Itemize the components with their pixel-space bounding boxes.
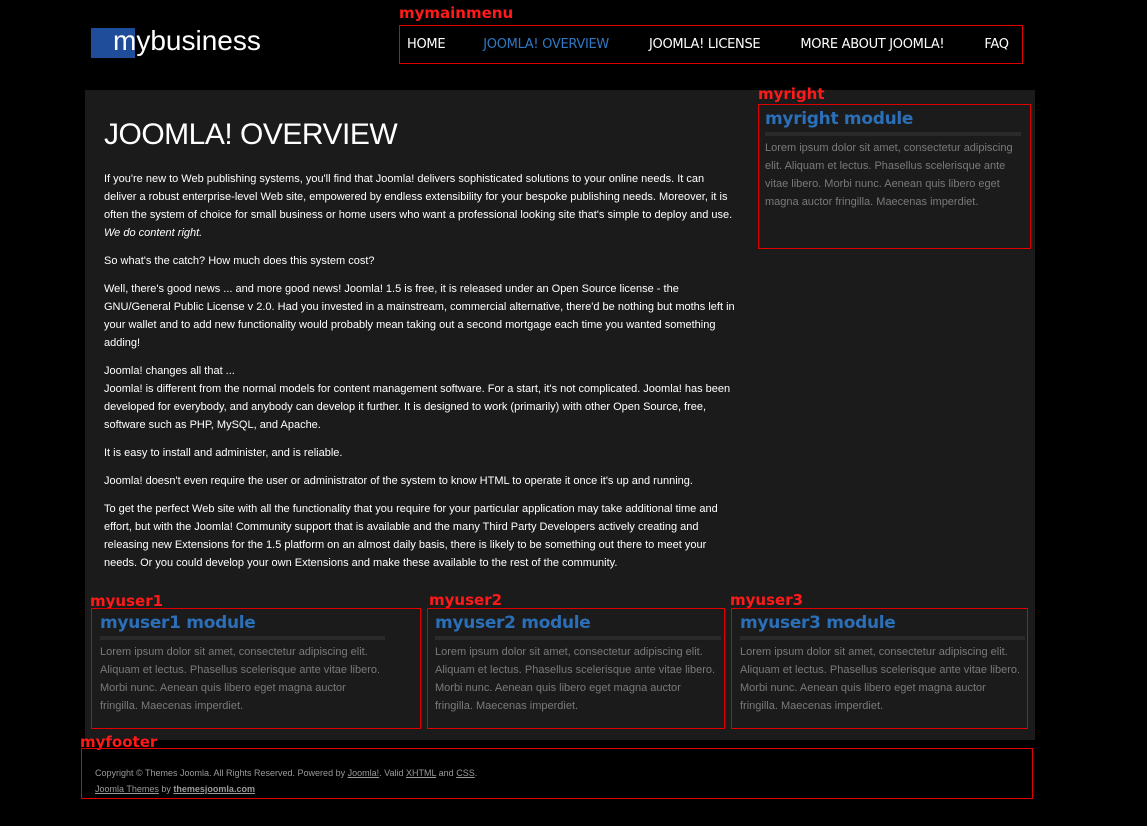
user2-module: myuser2 module Lorem ipsum dolor sit ame… [427, 608, 725, 729]
module-divider [765, 132, 1021, 136]
footer-text: Copyright © Themes Joomla. All Rights Re… [95, 765, 477, 797]
module-divider [100, 636, 385, 640]
article-text: If you're new to Web publishing systems,… [104, 173, 733, 221]
right-module-text: Lorem ipsum dolor sit amet, consectetur … [765, 142, 1013, 208]
footer: Copyright © Themes Joomla. All Rights Re… [81, 748, 1033, 799]
module-divider [740, 636, 1025, 640]
css-link[interactable]: CSS [456, 768, 475, 778]
themesjoomla-link[interactable]: themesjoomla.com [173, 784, 255, 794]
module-divider [435, 636, 721, 640]
user3-module-text: Lorem ipsum dolor sit amet, consectetur … [740, 646, 1021, 712]
article-paragraph: Joomla! changes all that ... Joomla! is d… [104, 362, 736, 434]
article-paragraph: It is easy to install and administer, an… [104, 447, 343, 459]
footer-period: . [474, 768, 478, 778]
position-label-user1: myuser1 [90, 592, 164, 610]
article-text: Joomla! changes all that ... [104, 365, 235, 377]
position-label-mainmenu: mymainmenu [399, 4, 514, 22]
position-label-user3: myuser3 [730, 591, 804, 609]
article-paragraph: If you're new to Web publishing systems,… [104, 170, 736, 242]
menu-item-joomla-license[interactable]: JOOMLA! LICENSE [649, 37, 761, 52]
user2-module-title: myuser2 module [435, 613, 591, 633]
article-title: JOOMLA! OVERVIEW [104, 118, 398, 151]
xhtml-link[interactable]: XHTML [406, 768, 436, 778]
right-module-title: myright module [765, 109, 914, 129]
position-label-user2: myuser2 [429, 591, 503, 609]
user3-module-title: myuser3 module [740, 613, 896, 633]
article-body: If you're new to Web publishing systems,… [104, 170, 736, 572]
menu-item-faq[interactable]: FAQ [984, 37, 1009, 52]
logo-text: mybusiness [113, 25, 261, 56]
user1-module-text: Lorem ipsum dolor sit amet, consectetur … [100, 646, 381, 712]
user1-module: myuser1 module Lorem ipsum dolor sit ame… [91, 608, 421, 729]
article-paragraph: So what's the catch? How much does this … [104, 255, 375, 267]
footer-and-text: and [438, 768, 454, 778]
user1-module-title: myuser1 module [100, 613, 256, 633]
position-label-right: myright [758, 85, 825, 103]
joomla-themes-link[interactable]: Joomla Themes [95, 784, 159, 794]
menu-item-home[interactable]: HOME [407, 37, 446, 52]
footer-valid-text: . Valid [379, 768, 404, 778]
menu-item-more-about-joomla[interactable]: MORE ABOUT JOOMLA! [800, 37, 944, 52]
article-paragraph: Well, there's good news ... and more goo… [104, 283, 735, 349]
user2-module-text: Lorem ipsum dolor sit amet, consectetur … [435, 646, 716, 712]
user3-module: myuser3 module Lorem ipsum dolor sit ame… [731, 608, 1028, 729]
main-menu: HOME JOOMLA! OVERVIEW JOOMLA! LICENSE MO… [399, 25, 1023, 64]
footer-by-text: by [161, 784, 171, 794]
menu-item-joomla-overview[interactable]: JOOMLA! OVERVIEW [483, 37, 609, 52]
article-emphasis: We do content right. [104, 227, 203, 239]
article-paragraph: Joomla! doesn't even require the user or… [104, 475, 693, 487]
joomla-link[interactable]: Joomla! [348, 768, 380, 778]
right-module: myright module Lorem ipsum dolor sit ame… [758, 104, 1031, 249]
footer-copyright: Copyright © Themes Joomla. All Rights Re… [95, 768, 346, 778]
article: JOOMLA! OVERVIEW If you're new to Web pu… [104, 118, 736, 582]
article-paragraph: To get the perfect Web site with all the… [104, 503, 718, 569]
article-text: Joomla! is different from the normal mod… [104, 383, 731, 431]
